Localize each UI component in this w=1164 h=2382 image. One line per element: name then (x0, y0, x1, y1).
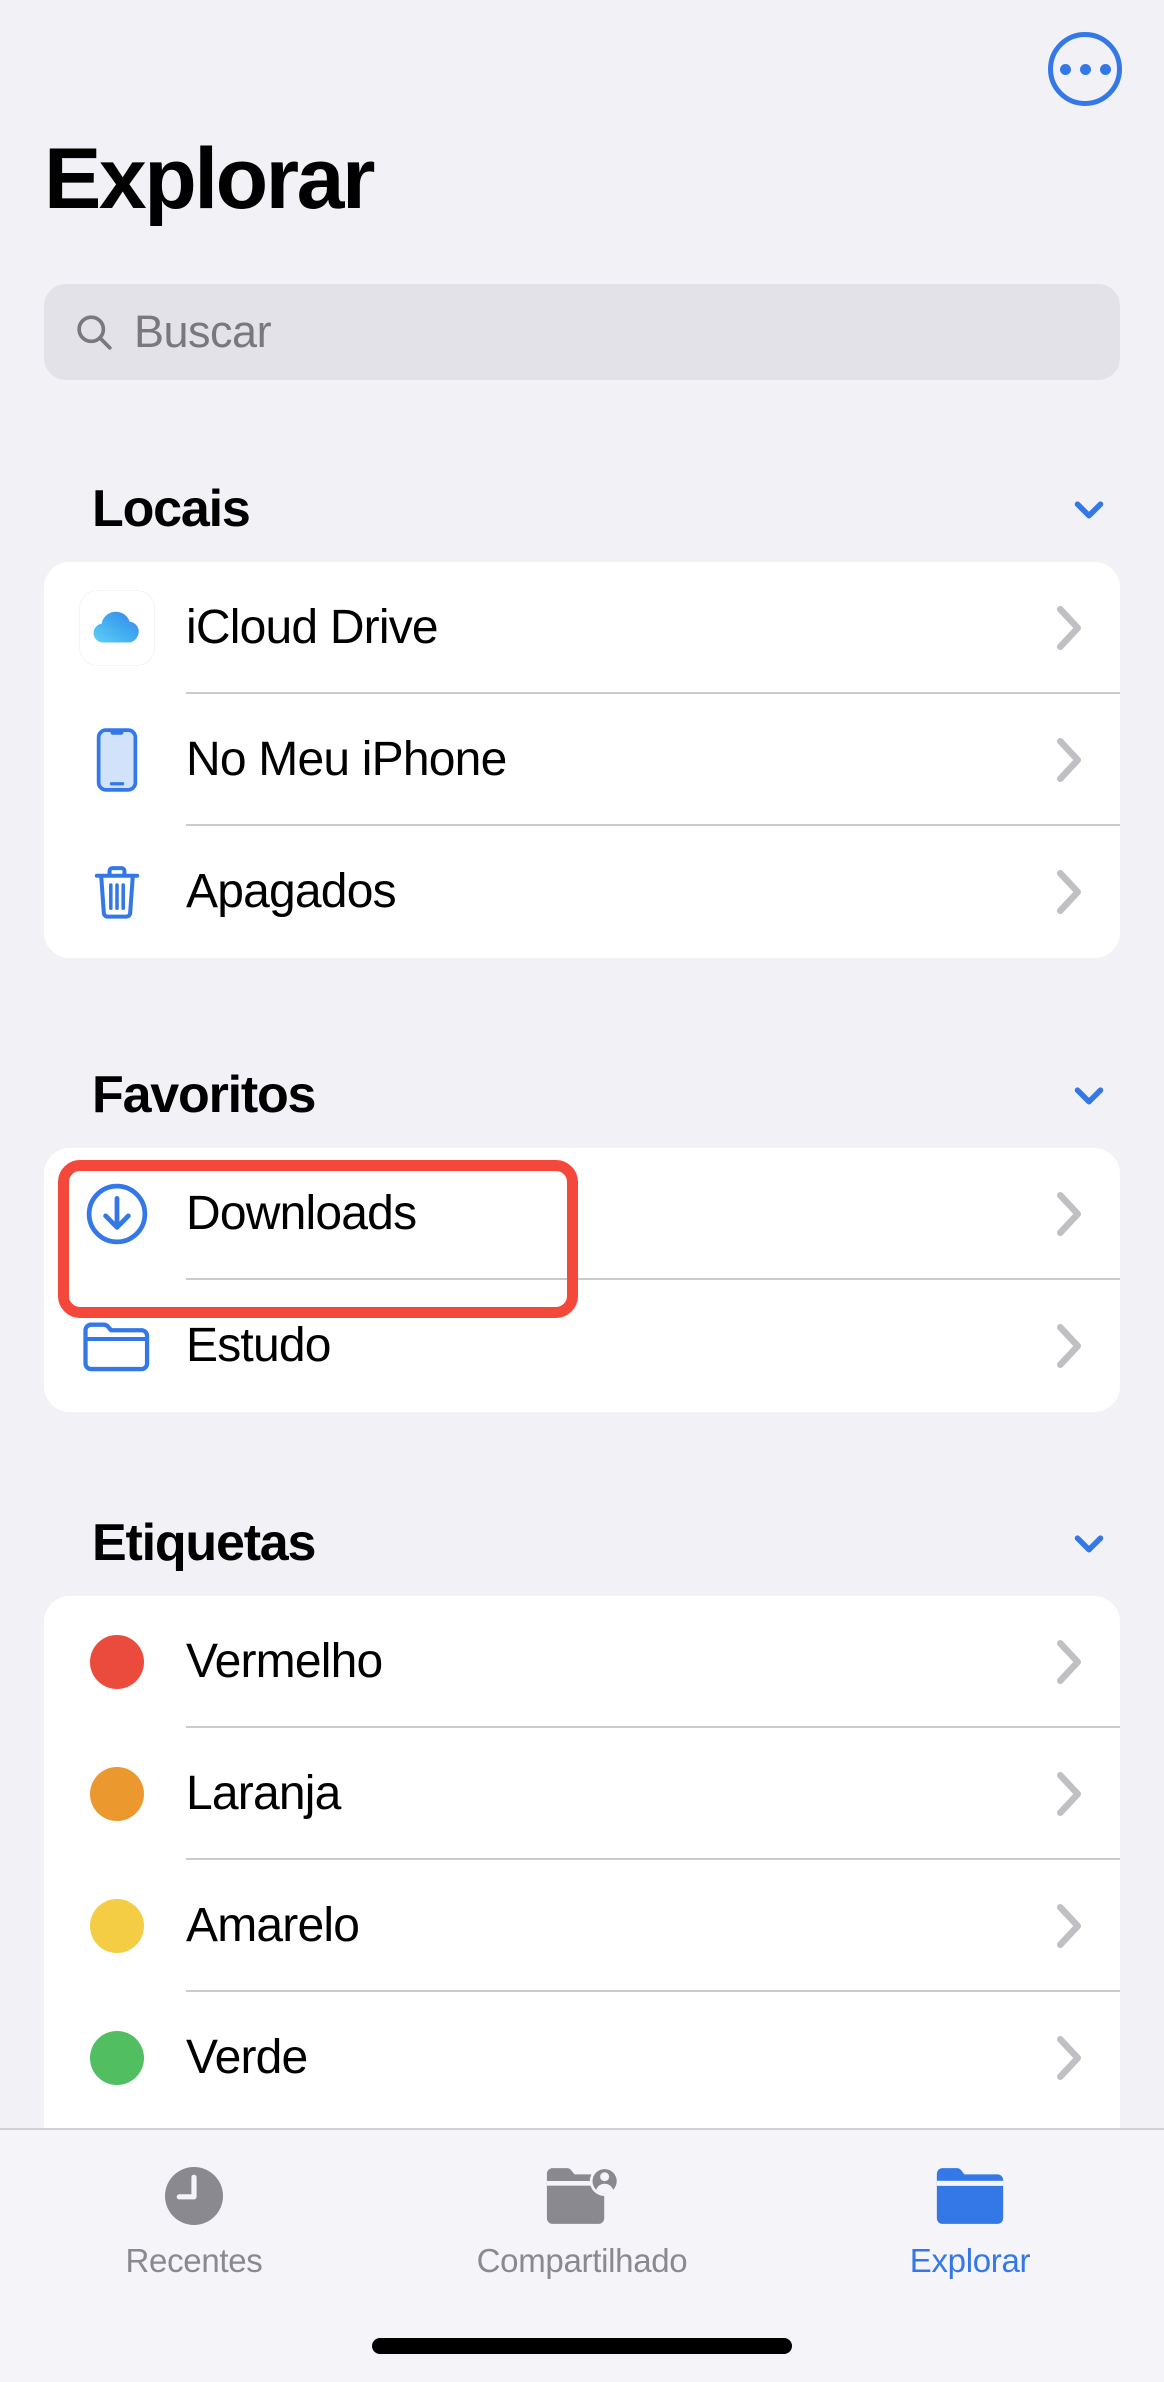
chevron-down-icon[interactable] (1066, 486, 1112, 532)
list-item-label: Vermelho (186, 1635, 383, 1688)
shared-folder-glyph (546, 2166, 620, 2224)
chevron-right-icon (1057, 870, 1081, 914)
iphone-glyph (96, 728, 138, 792)
chevron-right-icon (1057, 1772, 1081, 1816)
page-title: Explorar (44, 131, 375, 227)
shared-folder-icon (543, 2154, 621, 2230)
chevron-right-icon (1057, 2036, 1081, 2080)
list-item-label: Amarelo (186, 1899, 360, 1952)
section-title-locais: Locais (92, 480, 251, 538)
chevron-down-icon[interactable] (1066, 1520, 1112, 1566)
list-item-label: Laranja (186, 1767, 341, 1820)
card-etiquetas: Vermelho Laranja Amarelo Verde (44, 1596, 1120, 2130)
tab-label: Recentes (125, 2242, 263, 2279)
list-item-laranja[interactable]: Laranja (44, 1728, 1120, 1860)
chevron-right-icon (1057, 1192, 1081, 1236)
list-item-label: Downloads (186, 1187, 417, 1240)
section-title-etiquetas: Etiquetas (92, 1514, 316, 1572)
list-item-label: Estudo (186, 1319, 331, 1372)
download-circle-icon (80, 1177, 154, 1251)
tag-dot-icon (80, 1757, 154, 1831)
list-item-icloud-drive[interactable]: iCloud Drive (44, 562, 1120, 694)
folder-glyph (936, 2168, 1004, 2224)
chevron-right-icon (1057, 1904, 1081, 1948)
download-circle-glyph (86, 1183, 148, 1245)
icloud-cloud-glyph (93, 611, 139, 643)
tag-color-swatch (90, 1767, 144, 1821)
section-title-favoritos: Favoritos (92, 1066, 316, 1124)
chevron-down-icon[interactable] (1066, 1072, 1112, 1118)
tag-dot-icon (80, 2021, 154, 2095)
tab-label: Compartilhado (476, 2242, 688, 2279)
tag-color-swatch (90, 2031, 144, 2085)
card-locais: iCloud Drive No Meu iPhone Apagados (44, 562, 1120, 958)
clock-icon (160, 2154, 228, 2230)
tag-color-swatch (90, 1899, 144, 1953)
folder-outline-glyph (83, 1322, 150, 1372)
list-item-no-meu-iphone[interactable]: No Meu iPhone (44, 694, 1120, 826)
chevron-right-icon (1057, 1324, 1081, 1368)
list-item-label: No Meu iPhone (186, 733, 507, 786)
search-field[interactable]: Buscar (44, 284, 1120, 380)
icloud-icon (80, 591, 154, 665)
more-options-button[interactable] (1048, 32, 1122, 106)
home-indicator (372, 2338, 792, 2354)
list-item-amarelo[interactable]: Amarelo (44, 1860, 1120, 1992)
list-item-label: iCloud Drive (186, 601, 439, 654)
folder-icon (931, 2154, 1009, 2230)
ellipsis-dot (1059, 63, 1071, 75)
search-icon (77, 315, 112, 350)
tab-recentes[interactable]: Recentes (0, 2154, 388, 2290)
list-item-vermelho[interactable]: Vermelho (44, 1596, 1120, 1728)
tag-dot-icon (80, 1625, 154, 1699)
section-header-favoritos: Favoritos (92, 1062, 1112, 1128)
tab-explorar[interactable]: Explorar (776, 2154, 1164, 2290)
tab-label: Explorar (909, 2242, 1031, 2279)
ellipsis-dot (1079, 63, 1091, 75)
folder-outline-icon (80, 1309, 154, 1383)
section-header-etiquetas: Etiquetas (92, 1510, 1112, 1576)
list-item-verde[interactable]: Verde (44, 1992, 1120, 2124)
tab-compartilhado[interactable]: Compartilhado (388, 2154, 776, 2290)
list-item-apagados[interactable]: Apagados (44, 826, 1120, 958)
section-header-locais: Locais (92, 476, 1112, 542)
list-item-estudo[interactable]: Estudo (44, 1280, 1120, 1412)
search-placeholder: Buscar (134, 306, 272, 357)
chevron-right-icon (1057, 738, 1081, 782)
card-favoritos: Downloads Estudo (44, 1148, 1120, 1412)
chevron-right-icon (1057, 1640, 1081, 1684)
chevron-right-icon (1057, 606, 1081, 650)
files-app-screen: Explorar Buscar Locais iCloud Drive No M… (0, 0, 1164, 2382)
tab-bar: Recentes Compartilhado Explorar (0, 2128, 1164, 2382)
tag-dot-icon (80, 1889, 154, 1963)
list-item-label: Verde (186, 2031, 308, 2084)
top-bar (0, 0, 1164, 132)
trash-icon (80, 855, 154, 929)
trash-glyph (94, 866, 140, 919)
ellipsis-dot (1099, 63, 1111, 75)
list-item-label: Apagados (186, 865, 397, 918)
iphone-icon (80, 723, 154, 797)
tag-color-swatch (90, 1635, 144, 1689)
list-item-downloads[interactable]: Downloads (44, 1148, 1120, 1280)
clock-glyph (165, 2167, 223, 2225)
